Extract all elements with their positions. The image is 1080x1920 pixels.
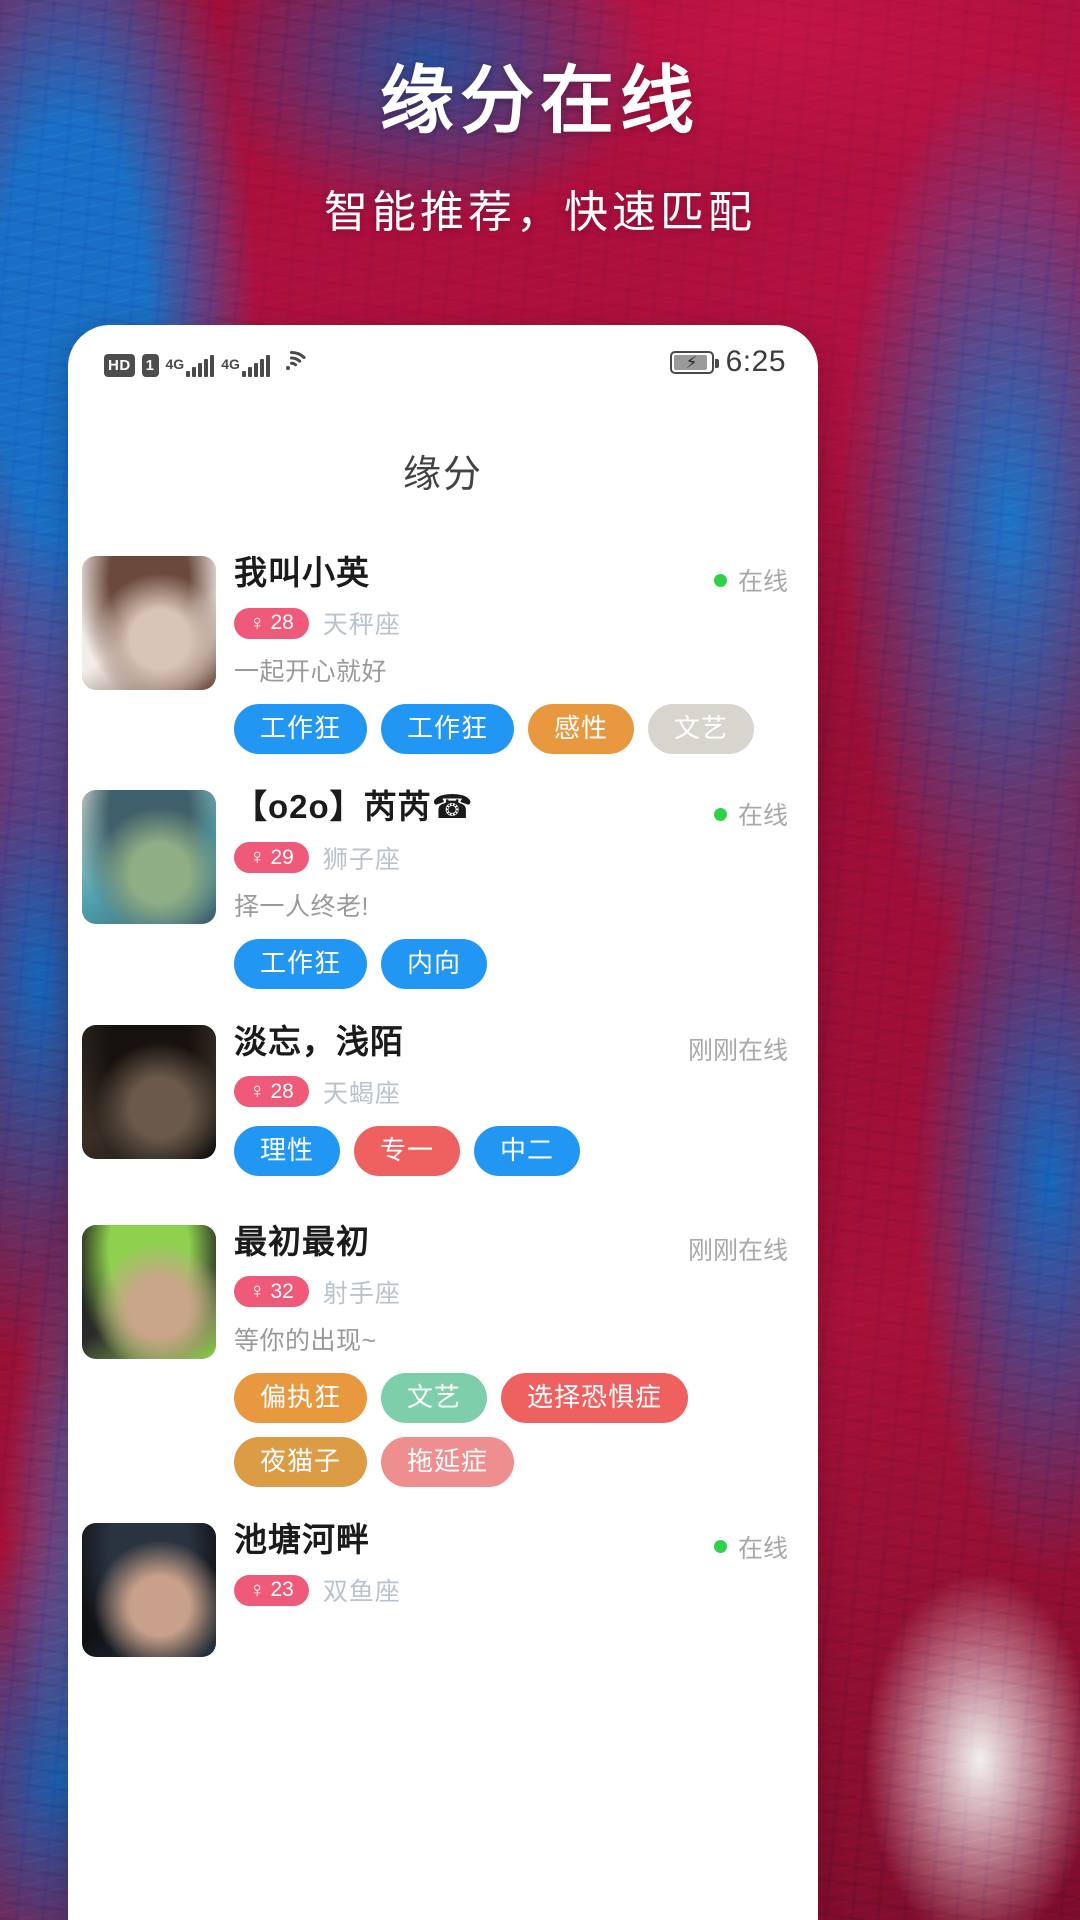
signal-1-icon: 4G xyxy=(165,354,215,377)
hd-icon: HD xyxy=(104,353,135,377)
signal-bars-1 xyxy=(186,354,215,377)
profile-name: 【o2o】芮芮☎ xyxy=(234,788,474,826)
status-label: 在线 xyxy=(737,802,788,831)
profile-name: 我叫小英 xyxy=(234,554,370,591)
online-dot-icon xyxy=(713,807,727,821)
profile-bio: 择一人终老! xyxy=(234,892,369,921)
status-label: 在线 xyxy=(737,1534,788,1563)
wifi-icon xyxy=(277,348,307,376)
page-title: 缘分在线 xyxy=(380,59,700,142)
profile-info: 【o2o】芮芮☎ ♀ 29 狮子座择一人终老! 工作狂 内向 xyxy=(216,786,788,989)
profile-meta: ♀ 32 射手座 xyxy=(234,1274,788,1310)
tag-chip[interactable]: 文艺 xyxy=(648,704,755,755)
tag-chip[interactable]: 内向 xyxy=(381,938,488,989)
tag-chip[interactable]: 工作狂 xyxy=(381,704,515,755)
list-item[interactable]: 淡忘，浅陌 ♀ 28 天蝎座 理性 专一 中二 刚刚在线 xyxy=(68,1007,818,1207)
status-bar-right: ⚡ 6:25 xyxy=(669,345,786,379)
status-bar-left: HD 1 4G 4G xyxy=(104,348,307,377)
zodiac-label: 天蝎座 xyxy=(322,1079,401,1108)
avatar[interactable] xyxy=(82,1522,216,1657)
age-label: 28 xyxy=(270,1079,294,1103)
zodiac-label: 射手座 xyxy=(322,1279,401,1308)
zodiac-label: 天秤座 xyxy=(322,611,401,640)
status-label: 刚刚在线 xyxy=(687,1036,788,1065)
profile-meta: ♀ 23 双鱼座 xyxy=(234,1572,788,1608)
status-badge: 在线 xyxy=(713,796,788,832)
tag-chip[interactable]: 理性 xyxy=(234,1125,341,1176)
profile-info: 我叫小英 ♀ 28 天秤座 一起开心就好 工作狂 工作狂 感性 文艺 xyxy=(216,552,788,755)
list-item[interactable]: 池塘河畔 ♀ 23 双鱼座 在线 xyxy=(68,1505,818,1705)
network-type-1-label: 4G xyxy=(165,355,185,372)
tag-list: 偏执狂 文艺 选择恐惧症夜猫子 拖延症 xyxy=(234,1372,788,1487)
list-item[interactable]: 最初最初 ♀ 32 射手座 等你的出现~ 偏执狂 文艺 选择恐惧症 夜猫子 拖延症 刚刚在线 xyxy=(68,1207,818,1505)
tag-chip[interactable]: 拖延症 xyxy=(381,1436,515,1487)
age-badge: ♀ 28 xyxy=(234,607,309,639)
age-badge: ♀ 23 xyxy=(234,1574,309,1606)
female-icon: ♀ xyxy=(249,1576,266,1602)
female-icon: ♀ xyxy=(249,1278,266,1304)
phone-mockup: HD 1 4G 4G ⚡ 6:25 缘分 我叫小英 ♀ 28 天秤座 一起开心就… xyxy=(68,325,818,1920)
tag-chip[interactable]: 偏执狂 xyxy=(234,1372,368,1423)
online-dot-icon xyxy=(713,573,727,587)
battery-charging-icon: ⚡ xyxy=(669,350,719,374)
avatar[interactable] xyxy=(82,790,216,925)
profile-name: 池塘河畔 xyxy=(234,1520,370,1558)
profile-bio: 一起开心就好 xyxy=(234,658,388,687)
signal-bars-2 xyxy=(241,354,270,377)
list-item[interactable]: 我叫小英 ♀ 28 天秤座 一起开心就好 工作狂 工作狂 感性 文艺 在线 xyxy=(68,538,818,772)
status-badge: 在线 xyxy=(713,1529,788,1565)
hero-banner: 缘分在线 智能推荐，快速匹配 xyxy=(0,0,1080,240)
sim-icon: 1 xyxy=(141,353,159,377)
age-label: 29 xyxy=(270,845,294,869)
zodiac-label: 狮子座 xyxy=(322,845,401,874)
avatar[interactable] xyxy=(82,1024,216,1159)
hero-subtitle: 智能推荐，快速匹配 xyxy=(324,187,756,237)
list-item[interactable]: 【o2o】芮芮☎ ♀ 29 狮子座择一人终老! 工作狂 内向 在线 xyxy=(68,772,818,1006)
tag-chip[interactable]: 工作狂 xyxy=(234,938,368,989)
profile-meta: ♀ 28 天秤座 xyxy=(234,605,788,641)
signal-2-icon: 4G xyxy=(221,354,270,377)
age-label: 32 xyxy=(270,1279,294,1303)
status-label: 刚刚在线 xyxy=(687,1236,788,1265)
female-icon: ♀ xyxy=(249,1078,266,1104)
status-badge: 刚刚在线 xyxy=(688,1231,788,1267)
zodiac-label: 双鱼座 xyxy=(322,1578,401,1606)
profile-meta: ♀ 28 天蝎座 xyxy=(234,1074,788,1110)
avatar[interactable] xyxy=(82,1224,216,1359)
female-icon: ♀ xyxy=(249,844,266,869)
profile-info: 池塘河畔 ♀ 23 双鱼座 xyxy=(216,1519,788,1687)
profile-meta: ♀ 29 狮子座 xyxy=(234,840,788,876)
clock-label: 6:25 xyxy=(725,345,786,378)
tag-list: 工作狂 工作狂 感性 文艺 xyxy=(234,704,788,755)
tag-chip[interactable]: 感性 xyxy=(528,704,635,755)
age-badge: ♀ 29 xyxy=(234,842,309,873)
status-bar: HD 1 4G 4G ⚡ 6:25 xyxy=(68,325,818,399)
screen-title: 缘分 xyxy=(402,454,483,496)
tag-chip[interactable]: 工作狂 xyxy=(234,704,368,755)
status-badge: 在线 xyxy=(713,562,788,598)
age-badge: ♀ 32 xyxy=(234,1276,309,1308)
tag-list: 理性 专一 中二 xyxy=(234,1125,788,1176)
profile-list[interactable]: 我叫小英 ♀ 28 天秤座 一起开心就好 工作狂 工作狂 感性 文艺 在线 【o2o】芮芮☎ ♀ 29 狮… xyxy=(68,538,818,1705)
female-icon: ♀ xyxy=(249,609,266,635)
tag-chip[interactable]: 中二 xyxy=(474,1125,581,1176)
profile-bio: 等你的出现~ xyxy=(234,1326,377,1355)
online-dot-icon xyxy=(713,1540,727,1554)
status-label: 在线 xyxy=(737,568,788,596)
tag-chip[interactable]: 选择恐惧症 xyxy=(501,1372,689,1423)
age-badge: ♀ 28 xyxy=(234,1076,309,1108)
age-label: 23 xyxy=(270,1578,294,1601)
tag-list: 工作狂 内向 xyxy=(234,938,788,989)
age-label: 28 xyxy=(270,611,294,635)
network-type-2-label: 4G xyxy=(221,355,240,372)
tag-chip[interactable]: 专一 xyxy=(354,1125,461,1176)
status-badge: 刚刚在线 xyxy=(688,1031,788,1067)
tag-chip[interactable]: 夜猫子 xyxy=(234,1436,368,1487)
avatar[interactable] xyxy=(82,556,216,690)
tag-chip[interactable]: 文艺 xyxy=(381,1372,488,1423)
